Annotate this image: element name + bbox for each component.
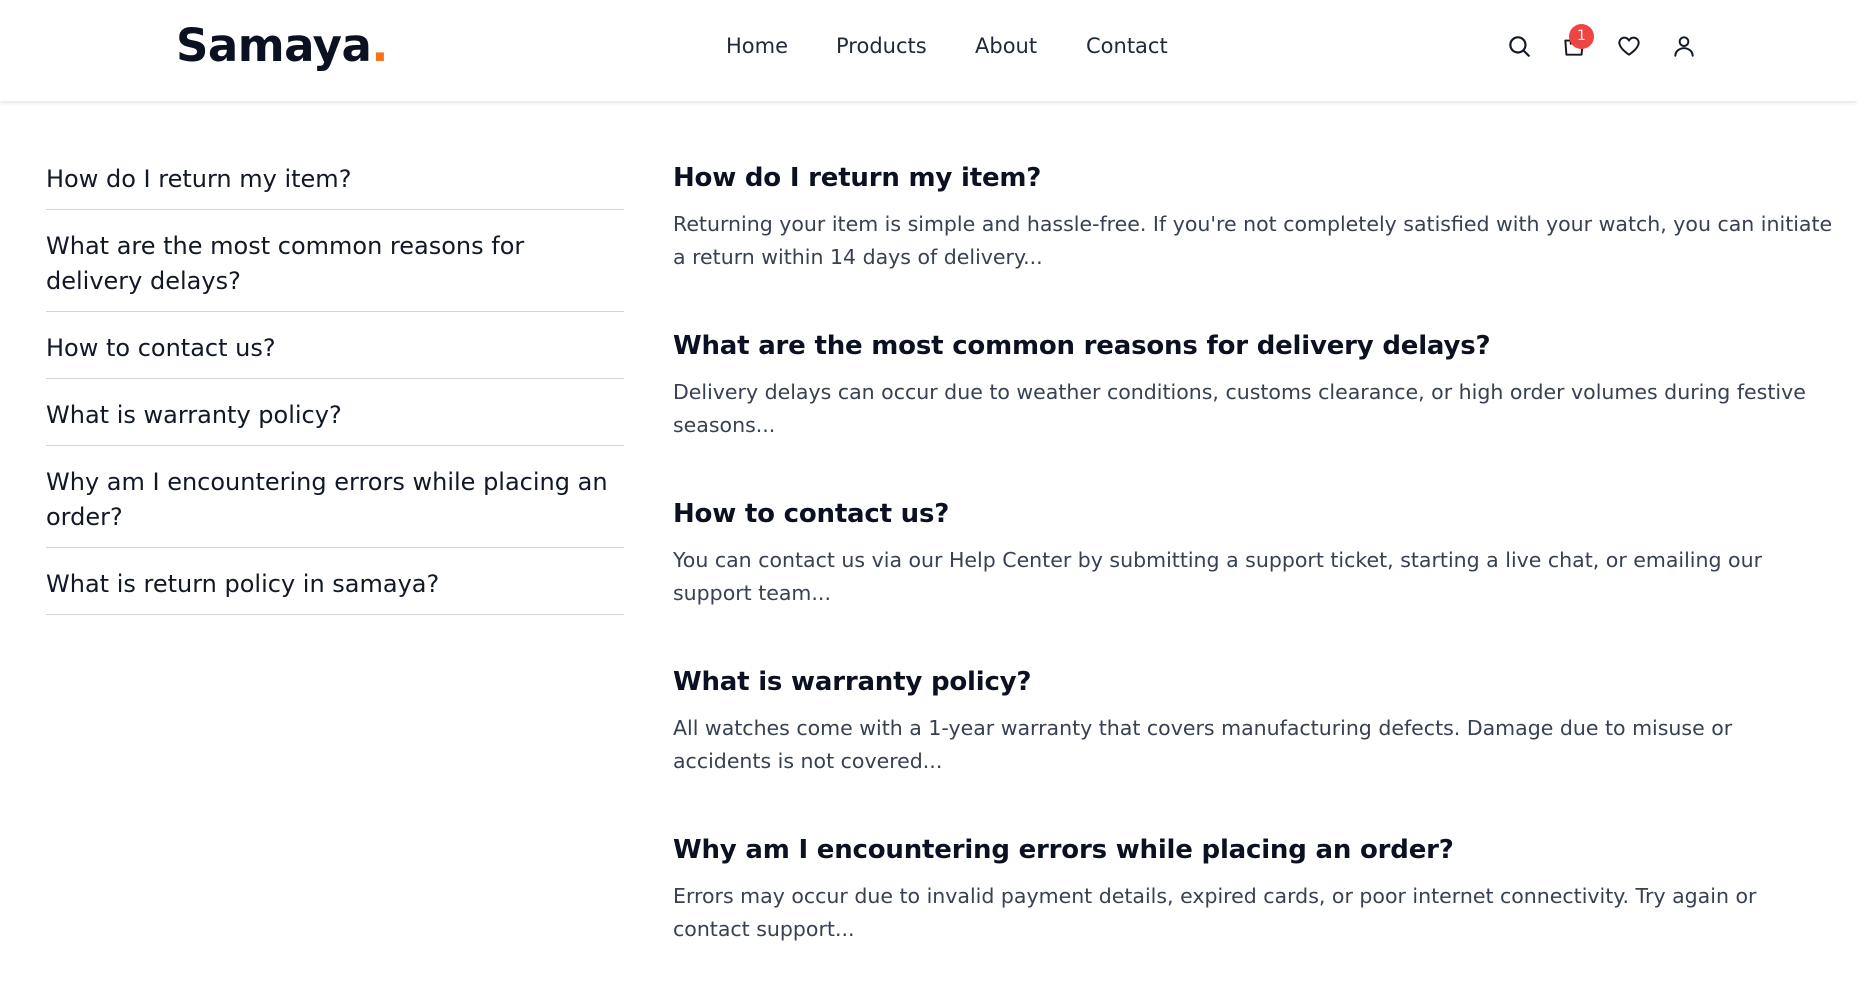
sidebar-item-contact[interactable]: How to contact us? bbox=[46, 312, 624, 379]
nav-contact[interactable]: Contact bbox=[1086, 30, 1168, 62]
faq-content: How do I return my item? Returning your … bbox=[673, 148, 1833, 988]
faq-answer: Errors may occur due to invalid payment … bbox=[673, 884, 1757, 941]
sidebar-item-return[interactable]: How do I return my item? bbox=[46, 143, 624, 210]
faq-entry: What are the most common reasons for del… bbox=[673, 316, 1833, 442]
sidebar-item-order-errors[interactable]: Why am I encountering errors while placi… bbox=[46, 446, 624, 548]
faq-question: How do I return my item? bbox=[673, 163, 1042, 193]
user-icon[interactable] bbox=[1669, 31, 1699, 61]
faq-question: What is warranty policy? bbox=[673, 667, 1032, 697]
faq-sidebar: How do I return my item? What are the mo… bbox=[46, 143, 624, 615]
faq-question: What are the most common reasons for del… bbox=[673, 331, 1491, 361]
faq-answer: Returning your item is simple and hassle… bbox=[673, 212, 1833, 269]
site-header: Samaya. Home Products About Contact 1 bbox=[0, 0, 1857, 101]
faq-entry: What is warranty policy? All watches com… bbox=[673, 652, 1833, 778]
cart-count-badge: 1 bbox=[1569, 24, 1594, 49]
faq-entry: How to contact us? You can contact us vi… bbox=[673, 484, 1833, 610]
search-icon[interactable] bbox=[1504, 31, 1534, 61]
heart-icon[interactable] bbox=[1614, 31, 1644, 61]
faq-question: How to contact us? bbox=[673, 499, 950, 529]
nav-about[interactable]: About bbox=[975, 30, 1037, 62]
faq-answer: Delivery delays can occur due to weather… bbox=[673, 380, 1806, 437]
sidebar-item-delivery-delays[interactable]: What are the most common reasons for del… bbox=[46, 210, 624, 312]
faq-question: Why am I encountering errors while placi… bbox=[673, 835, 1454, 865]
nav-home[interactable]: Home bbox=[726, 30, 788, 62]
faq-entry: Why am I encountering errors while placi… bbox=[673, 820, 1833, 946]
sidebar-item-warranty[interactable]: What is warranty policy? bbox=[46, 379, 624, 446]
sidebar-item-return-policy[interactable]: What is return policy in samaya? bbox=[46, 548, 624, 615]
faq-answer: You can contact us via our Help Center b… bbox=[673, 548, 1762, 605]
faq-entry: How do I return my item? Returning your … bbox=[673, 148, 1833, 274]
faq-answer: All watches come with a 1-year warranty … bbox=[673, 716, 1733, 773]
nav-products[interactable]: Products bbox=[836, 30, 927, 62]
